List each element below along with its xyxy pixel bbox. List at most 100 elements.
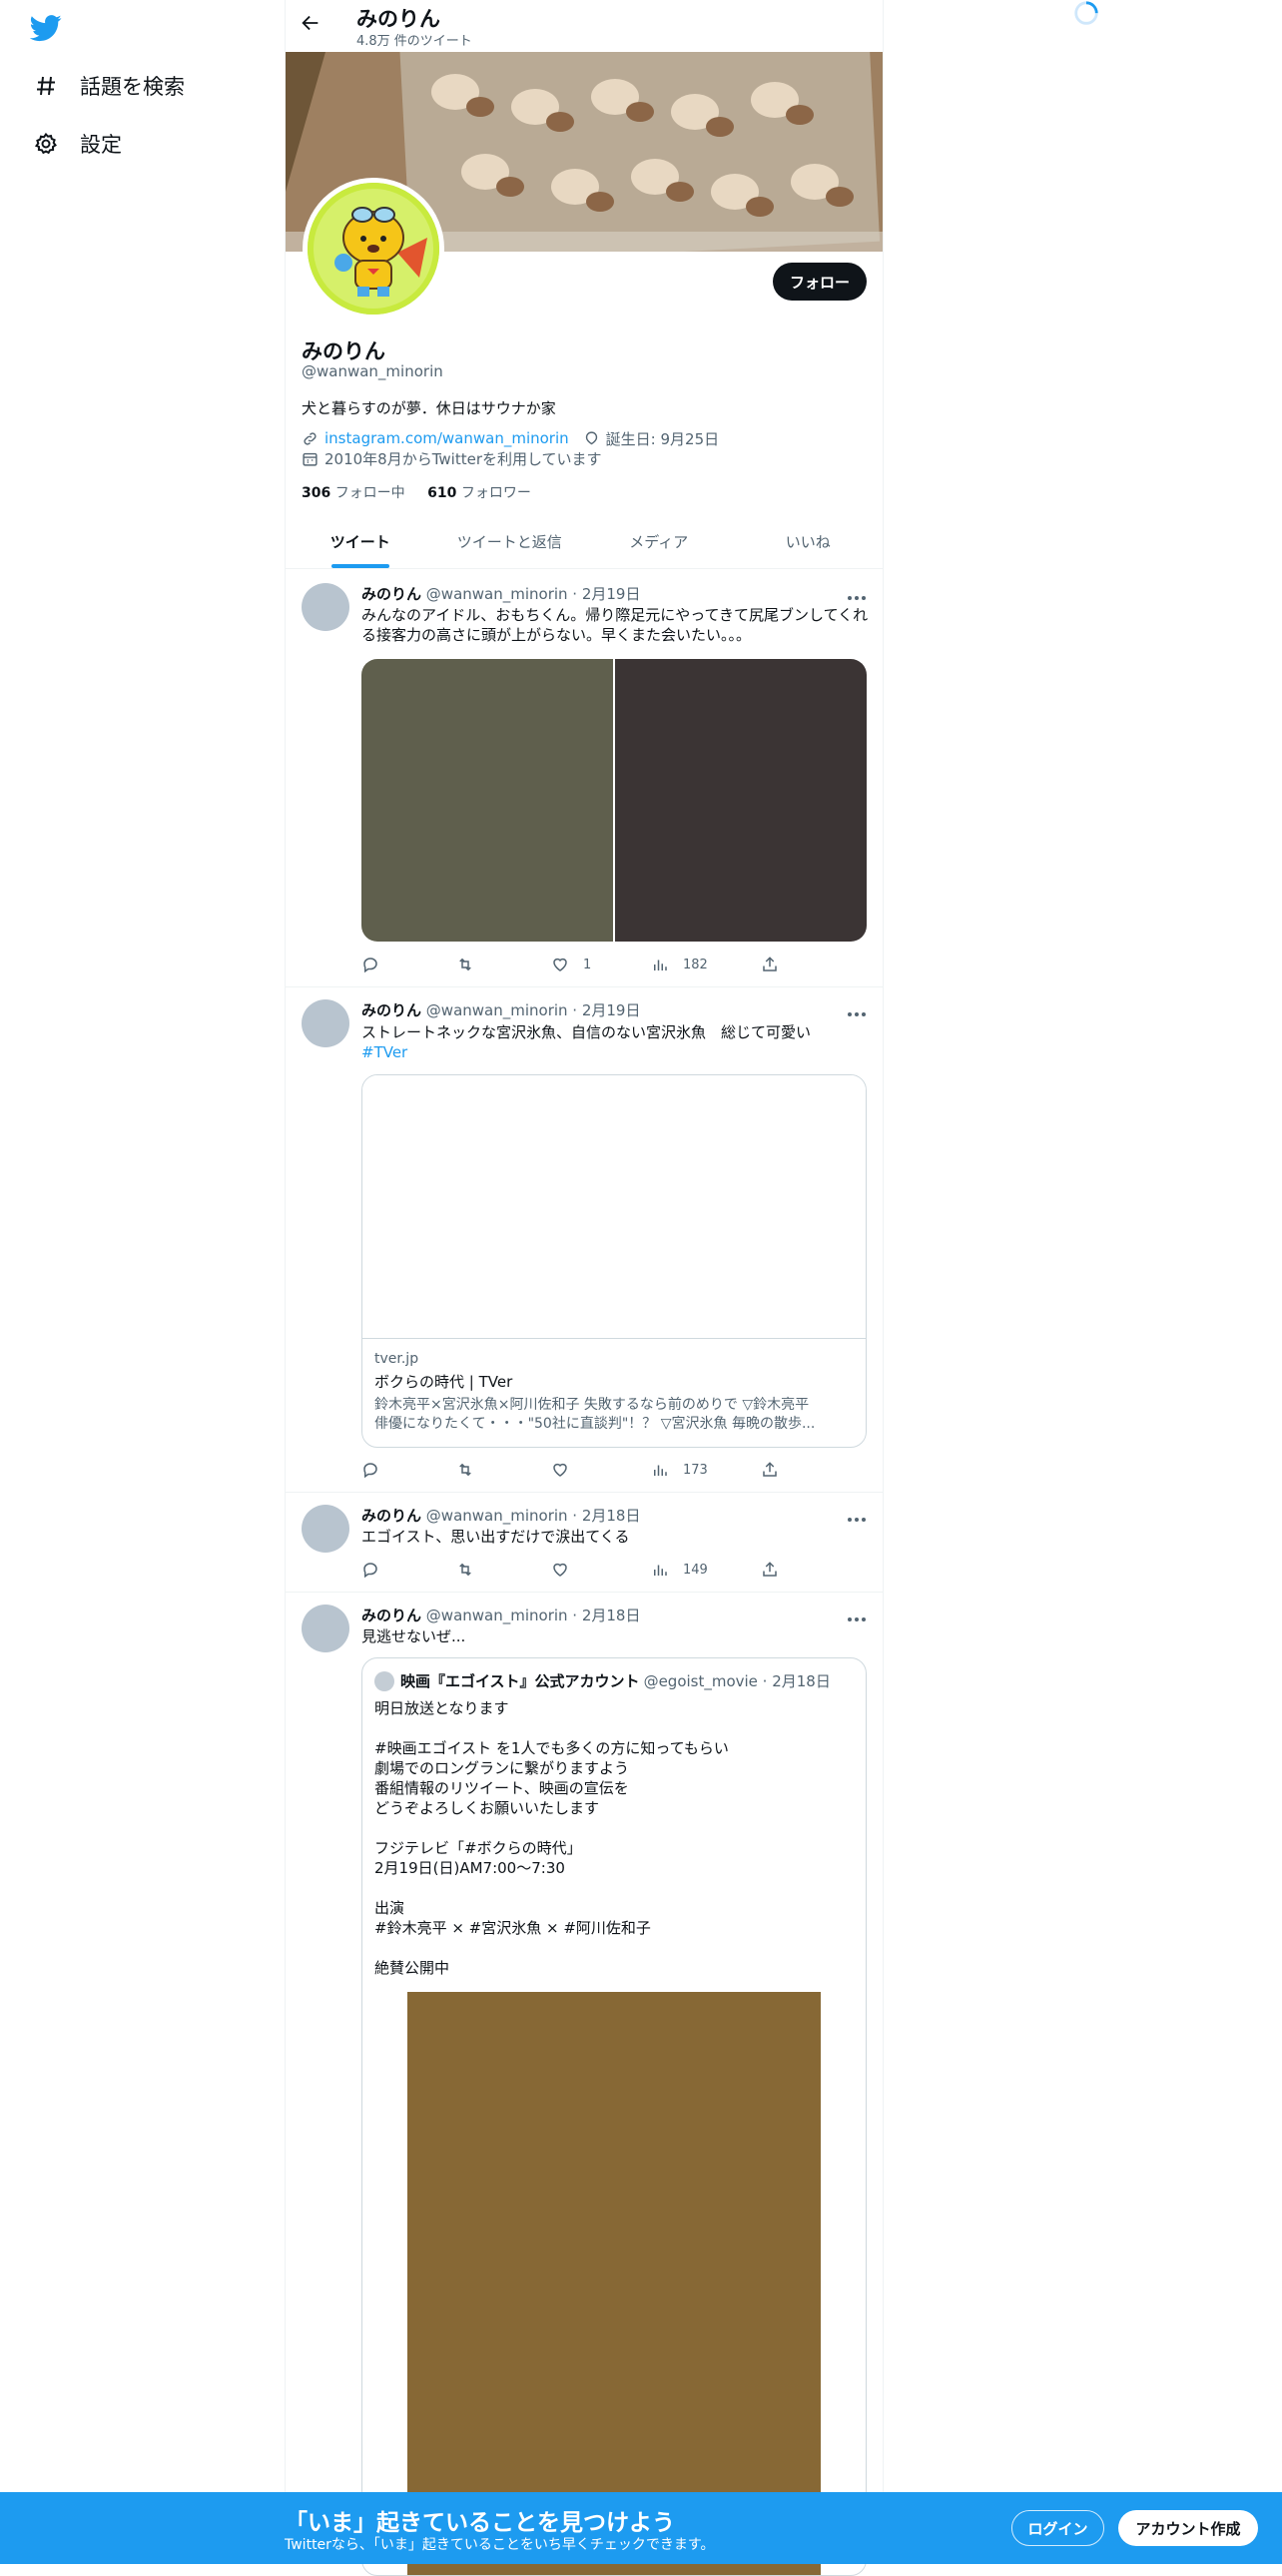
reply-icon (363, 958, 377, 973)
follow-stats: 306 フォロー中 610 フォロワー (302, 482, 531, 502)
tab-likes[interactable]: いいね (734, 515, 884, 568)
media-image[interactable] (615, 659, 867, 942)
retweet-button[interactable] (456, 956, 551, 973)
reply-icon (363, 1563, 377, 1579)
link-icon (302, 429, 320, 447)
reply-button[interactable] (361, 1561, 456, 1579)
views-button[interactable]: 173 (651, 1461, 761, 1479)
nav-settings[interactable]: 設定 (32, 124, 122, 164)
tab-tweets[interactable]: ツイート (286, 515, 435, 568)
tweet-text: ストレートネックな宮沢氷魚、自信のない宮沢氷魚 総じて可愛い (361, 1023, 812, 1041)
tweet-actions: 173 (361, 1458, 801, 1482)
balloon-icon (583, 429, 601, 447)
back-arrow-icon[interactable] (300, 12, 325, 38)
card-image[interactable] (362, 1075, 866, 1339)
page-title: みのりん (356, 7, 440, 31)
nav-explore-label: 話題を検索 (80, 75, 185, 99)
views-chart-icon (654, 1465, 667, 1476)
quoted-tweet-text: 明日放送となります #映画エゴイスト を1人でも多くの方に知ってもらい 劇場での… (374, 1699, 729, 1977)
hashtag-icon (32, 72, 60, 100)
quoted-handle-date: @egoist_movie · 2月18日 (643, 1672, 831, 1690)
reply-button[interactable] (361, 1461, 456, 1479)
like-button[interactable]: 1 (551, 956, 651, 973)
views-chart-icon (654, 960, 667, 970)
tweet-text: エゴイスト、思い出すだけで涙出てくる (361, 1528, 630, 1546)
divider (286, 986, 883, 987)
profile-link[interactable]: instagram.com/wanwan_minorin (324, 429, 569, 447)
avatar[interactable] (302, 1605, 349, 1652)
loading-spinner-icon (1072, 0, 1102, 28)
signup-button[interactable]: アカウント作成 (1118, 2510, 1258, 2546)
tweet-header: みのりん @wanwan_minorin · 2月19日 (361, 1001, 641, 1019)
link-card[interactable]: tver.jp ボクらの時代 | TVer 鈴木亮平×宮沢氷魚×阿川佐和子 失敗… (361, 1074, 867, 1448)
views-button[interactable]: 149 (651, 1561, 761, 1579)
following-link[interactable]: 306 フォロー中 (302, 485, 405, 501)
quoted-media-image[interactable] (407, 1992, 821, 2575)
share-button[interactable] (761, 1561, 779, 1579)
nav-explore[interactable]: 話題を検索 (32, 66, 185, 106)
follow-button[interactable]: フォロー (773, 263, 867, 301)
heart-icon (553, 1563, 567, 1577)
reply-button[interactable] (361, 956, 456, 973)
avatar[interactable] (302, 583, 349, 631)
like-button[interactable] (551, 1461, 651, 1479)
profile-meta-row: instagram.com/wanwan_minorin 誕生日: 9月25日 (302, 428, 719, 448)
tweet-text: みんなのアイドル、おもちくん。帰り際足元にやってきて尻尾ブンしてくれる接客力の高… (361, 606, 869, 644)
share-button[interactable] (761, 1461, 779, 1479)
more-icon[interactable] (845, 1510, 869, 1522)
share-icon (763, 1562, 777, 1577)
retweet-button[interactable] (456, 1561, 551, 1579)
quoted-tweet[interactable]: 映画『エゴイスト』公式アカウント @egoist_movie · 2月18日 明… (361, 1657, 867, 2576)
like-button[interactable] (551, 1561, 651, 1579)
hashtag-link[interactable]: #TVer (361, 1042, 871, 1062)
tweet-header: みのりん @wanwan_minorin · 2月18日 (361, 1507, 641, 1525)
views-button[interactable]: 182 (651, 956, 761, 973)
card-description: 鈴木亮平×宮沢氷魚×阿川佐和子 失敗するなら前のめりで ▽鈴木亮平 (374, 1397, 810, 1413)
quoted-author-name: 映画『エゴイスト』公式アカウント (400, 1672, 640, 1690)
share-icon (763, 957, 777, 971)
more-icon[interactable] (845, 1004, 869, 1016)
profile-tabs: ツイート ツイートと返信 メディア いいね (286, 515, 883, 569)
retweet-button[interactable] (456, 1461, 551, 1479)
reply-icon (363, 1463, 377, 1479)
tweet-header: みのりん @wanwan_minorin · 2月19日 (361, 585, 641, 603)
share-button[interactable] (761, 956, 779, 973)
heart-icon (553, 1463, 567, 1477)
profile-name: みのりん (302, 339, 385, 363)
tweet-media[interactable] (361, 659, 867, 942)
twitter-logo-icon[interactable] (29, 12, 66, 44)
signup-banner-title: 「いま」起きていることを見つけよう (285, 2510, 675, 2536)
media-image[interactable] (361, 659, 613, 942)
tweet-count: 4.8万 件のツイート (356, 34, 472, 49)
tab-tweets-and-replies[interactable]: ツイートと返信 (435, 515, 585, 568)
retweet-icon (459, 958, 471, 971)
profile-avatar[interactable] (303, 178, 444, 320)
card-domain: tver.jp (374, 1351, 419, 1367)
tweet-actions: 1 182 (361, 953, 801, 976)
followers-link[interactable]: 610 フォロワー (427, 485, 531, 501)
divider (286, 1592, 883, 1593)
signup-banner-subtitle: Twitterなら、「いま」起きていることをいち早くチェックできます。 (285, 2537, 715, 2553)
calendar-icon (302, 449, 320, 467)
quoted-tweet-header: 映画『エゴイスト』公式アカウント @egoist_movie · 2月18日 (374, 1670, 831, 1691)
share-icon (763, 1462, 777, 1477)
avatar[interactable] (302, 1505, 349, 1553)
tab-media[interactable]: メディア (584, 515, 734, 568)
avatar[interactable] (302, 999, 349, 1047)
login-button[interactable]: ログイン (1011, 2510, 1104, 2546)
tweet-header: みのりん @wanwan_minorin · 2月18日 (361, 1607, 641, 1624)
profile-birthday: 誕生日: 9月25日 (605, 429, 720, 448)
card-title: ボクらの時代 | TVer (374, 1373, 513, 1391)
avatar (374, 1670, 394, 1691)
profile-joined-row: 2010年8月からTwitterを利用しています (302, 448, 602, 468)
profile-bio: 犬と暮らすのが夢．休日はサウナか家 (302, 399, 556, 417)
nav-settings-label: 設定 (80, 133, 122, 157)
profile-handle: @wanwan_minorin (302, 362, 443, 380)
views-chart-icon (654, 1565, 667, 1576)
profile-joined: 2010年8月からTwitterを利用しています (324, 449, 602, 468)
tweet-text: 見逃せないぜ... (361, 1627, 466, 1645)
more-icon[interactable] (845, 588, 869, 600)
gear-icon (32, 130, 60, 158)
more-icon[interactable] (845, 1610, 869, 1621)
tweet-actions: 149 (361, 1558, 801, 1582)
